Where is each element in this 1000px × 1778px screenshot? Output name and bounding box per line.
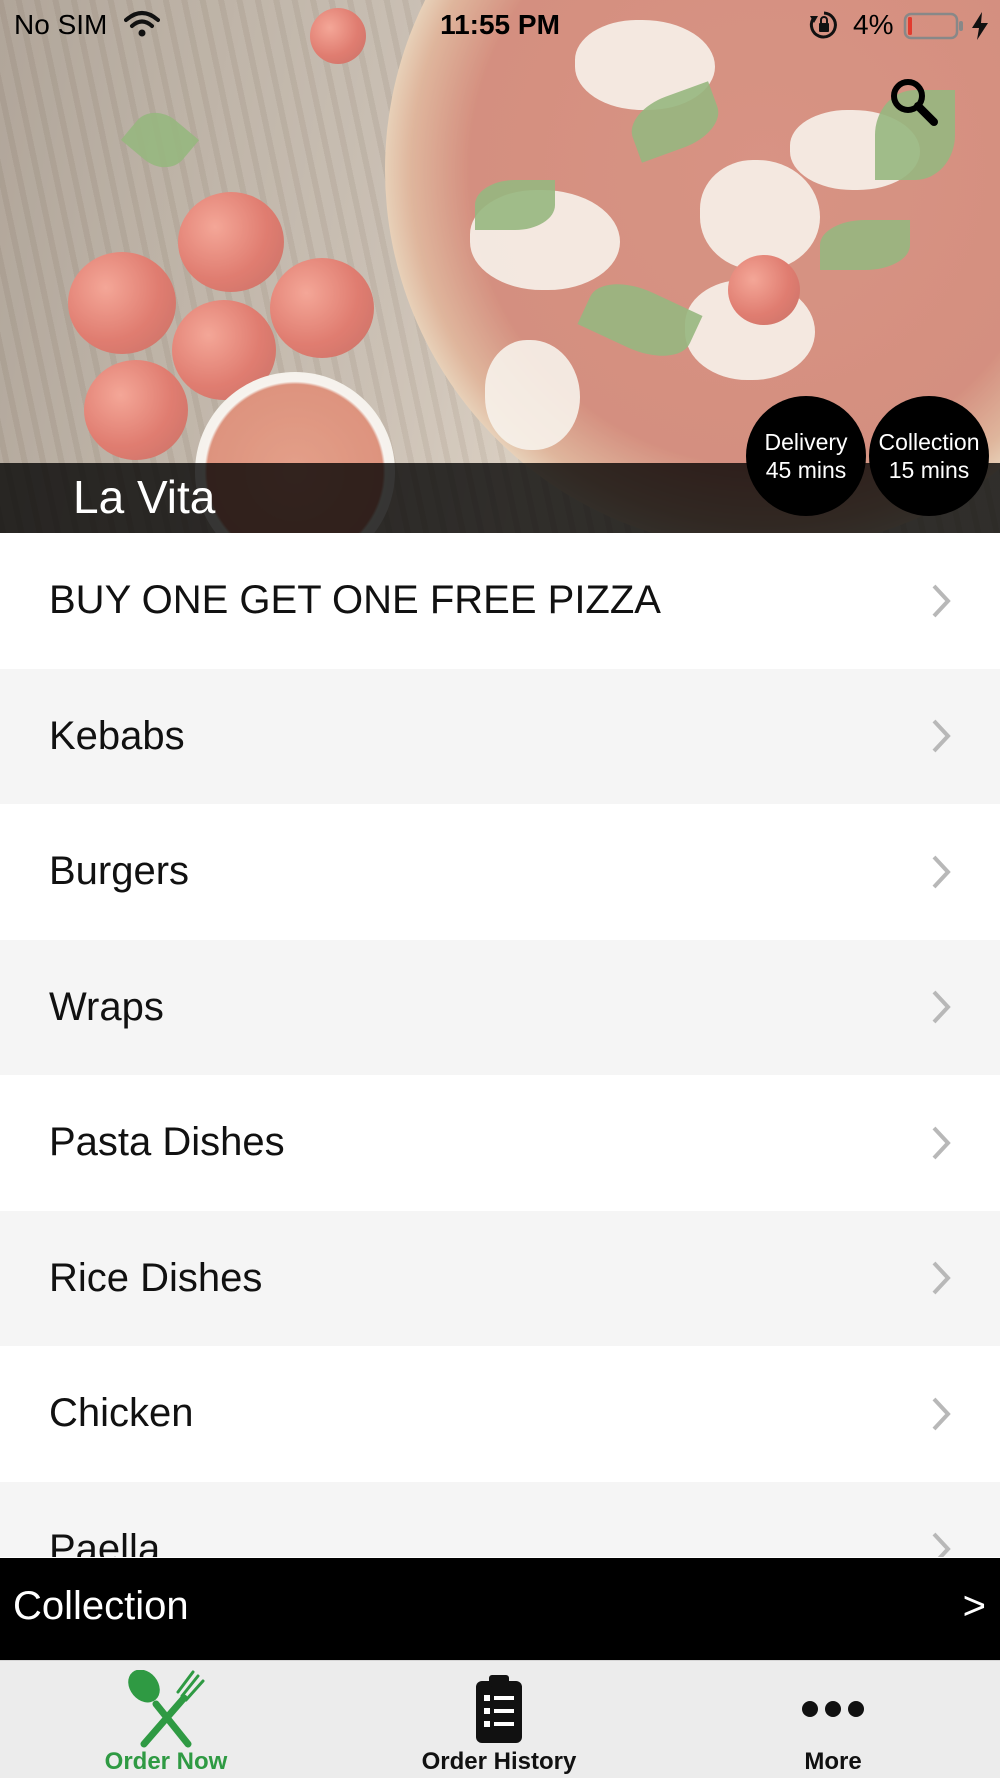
collection-label: Collection <box>878 429 980 455</box>
category-row-burgers[interactable]: Burgers <box>0 804 1000 940</box>
category-row-chicken[interactable]: Chicken <box>0 1346 1000 1482</box>
category-label: Pasta Dishes <box>49 1120 285 1165</box>
status-bar: No SIM 11:55 PM 4% <box>0 0 1000 50</box>
category-list[interactable]: BUY ONE GET ONE FREE PIZZA Kebabs Burger… <box>0 533 1000 1557</box>
delivery-time-badge[interactable]: Delivery 45 mins <box>746 396 866 516</box>
category-label: Kebabs <box>49 713 185 758</box>
battery-percentage: 4% <box>853 9 894 40</box>
tab-more[interactable]: More <box>733 1661 933 1778</box>
fork-knife-icon <box>128 1670 205 1748</box>
category-label: Wraps <box>49 984 164 1029</box>
category-row-wraps[interactable]: Wraps <box>0 939 1000 1075</box>
category-row-bogof-pizza[interactable]: BUY ONE GET ONE FREE PIZZA <box>0 533 1000 669</box>
chevron-right-icon <box>932 1126 951 1160</box>
orientation-lock-icon <box>809 11 837 39</box>
more-dots-icon <box>802 1701 864 1717</box>
category-label: Burgers <box>49 849 190 894</box>
clock: 11:55 PM <box>440 9 560 40</box>
collection-time-badge[interactable]: Collection 15 mins <box>869 396 989 516</box>
chevron-right-icon <box>932 1397 951 1431</box>
battery-icon <box>903 12 963 40</box>
chevron-right-icon <box>932 584 951 618</box>
delivery-label: Delivery <box>764 429 848 455</box>
tab-label: Order Now <box>104 1748 228 1775</box>
tab-order-now[interactable]: Order Now <box>66 1661 266 1778</box>
tab-order-history[interactable]: Order History <box>399 1661 599 1778</box>
category-row-kebabs[interactable]: Kebabs <box>0 668 1000 804</box>
chevron-right-icon <box>932 990 951 1024</box>
search-icon[interactable] <box>888 76 938 126</box>
category-label: BUY ONE GET ONE FREE PIZZA <box>49 578 661 623</box>
collection-time: 15 mins <box>888 457 970 483</box>
order-mode-arrow: > <box>962 1584 986 1628</box>
order-mode-label: Collection <box>13 1584 189 1628</box>
chevron-right-icon <box>932 1261 951 1295</box>
category-label: Rice Dishes <box>49 1255 263 1300</box>
chevron-right-icon <box>932 719 951 753</box>
charging-bolt-icon <box>972 12 988 40</box>
tab-bar: Order Now Order History More <box>0 1660 1000 1778</box>
tab-label: More <box>804 1748 862 1775</box>
category-row-rice-dishes[interactable]: Rice Dishes <box>0 1210 1000 1346</box>
delivery-time: 45 mins <box>765 457 847 483</box>
category-row-pasta-dishes[interactable]: Pasta Dishes <box>0 1075 1000 1211</box>
clipboard-list-icon <box>476 1675 522 1743</box>
tab-label: Order History <box>421 1748 577 1775</box>
chevron-right-icon <box>932 855 951 889</box>
order-mode-bar[interactable]: Collection > <box>0 1558 1000 1660</box>
restaurant-name: La Vita <box>73 471 216 523</box>
chevron-right-icon <box>932 1532 951 1557</box>
category-label: Paella <box>49 1526 161 1557</box>
category-row-paella[interactable]: Paella <box>0 1481 1000 1557</box>
category-label: Chicken <box>49 1391 194 1436</box>
